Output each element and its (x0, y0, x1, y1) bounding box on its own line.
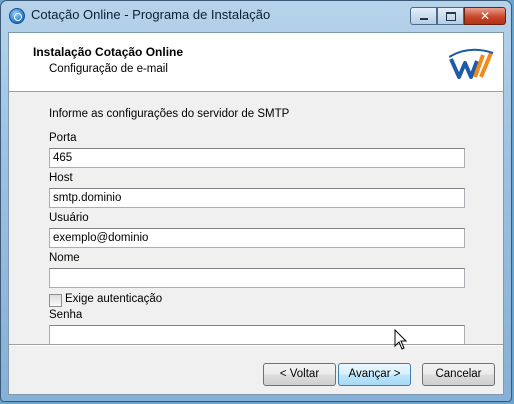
mouse-pointer-icon (394, 329, 408, 350)
usuario-label: Usuário (49, 212, 89, 224)
minimize-icon (419, 18, 428, 20)
app-icon (9, 8, 25, 24)
wizard-header: Instalação Cotação Online Configuração d… (9, 33, 503, 92)
nome-label: Nome (49, 252, 80, 264)
auth-checkbox[interactable] (49, 294, 62, 307)
wizard-client-area: Instalação Cotação Online Configuração d… (8, 32, 504, 395)
close-icon: ✕ (479, 9, 491, 23)
smtp-settings-form: Informe as configurações do servidor de … (9, 92, 503, 352)
next-button[interactable]: Avançar > (338, 363, 411, 386)
installer-window: Cotação Online - Programa de Instalação … (0, 0, 512, 402)
nome-input[interactable] (49, 268, 465, 288)
form-intro-text: Informe as configurações do servidor de … (49, 108, 290, 120)
maximize-button[interactable] (437, 7, 464, 25)
window-title: Cotação Online - Programa de Instalação (31, 7, 271, 22)
porta-label: Porta (49, 132, 77, 144)
maximize-icon (445, 11, 456, 21)
usuario-input[interactable]: exemplo@dominio (49, 228, 465, 248)
wm-logo-icon (449, 48, 494, 79)
page-title: Instalação Cotação Online (33, 45, 184, 59)
porta-input[interactable]: 465 (49, 148, 465, 168)
page-subtitle: Configuração de e-mail (49, 63, 168, 75)
senha-label: Senha (49, 309, 83, 321)
host-label: Host (49, 172, 73, 184)
minimize-button[interactable] (410, 7, 437, 25)
title-bar[interactable]: Cotação Online - Programa de Instalação … (1, 1, 511, 31)
wizard-footer: < Voltar Avançar > Cancelar (9, 344, 503, 394)
auth-checkbox-label[interactable]: Exige autenticação (65, 293, 162, 305)
back-button[interactable]: < Voltar (263, 363, 336, 386)
cancel-button[interactable]: Cancelar (422, 363, 495, 386)
footer-divider (9, 345, 503, 346)
host-input[interactable]: smtp.dominio (49, 188, 465, 208)
close-button[interactable]: ✕ (464, 7, 506, 25)
